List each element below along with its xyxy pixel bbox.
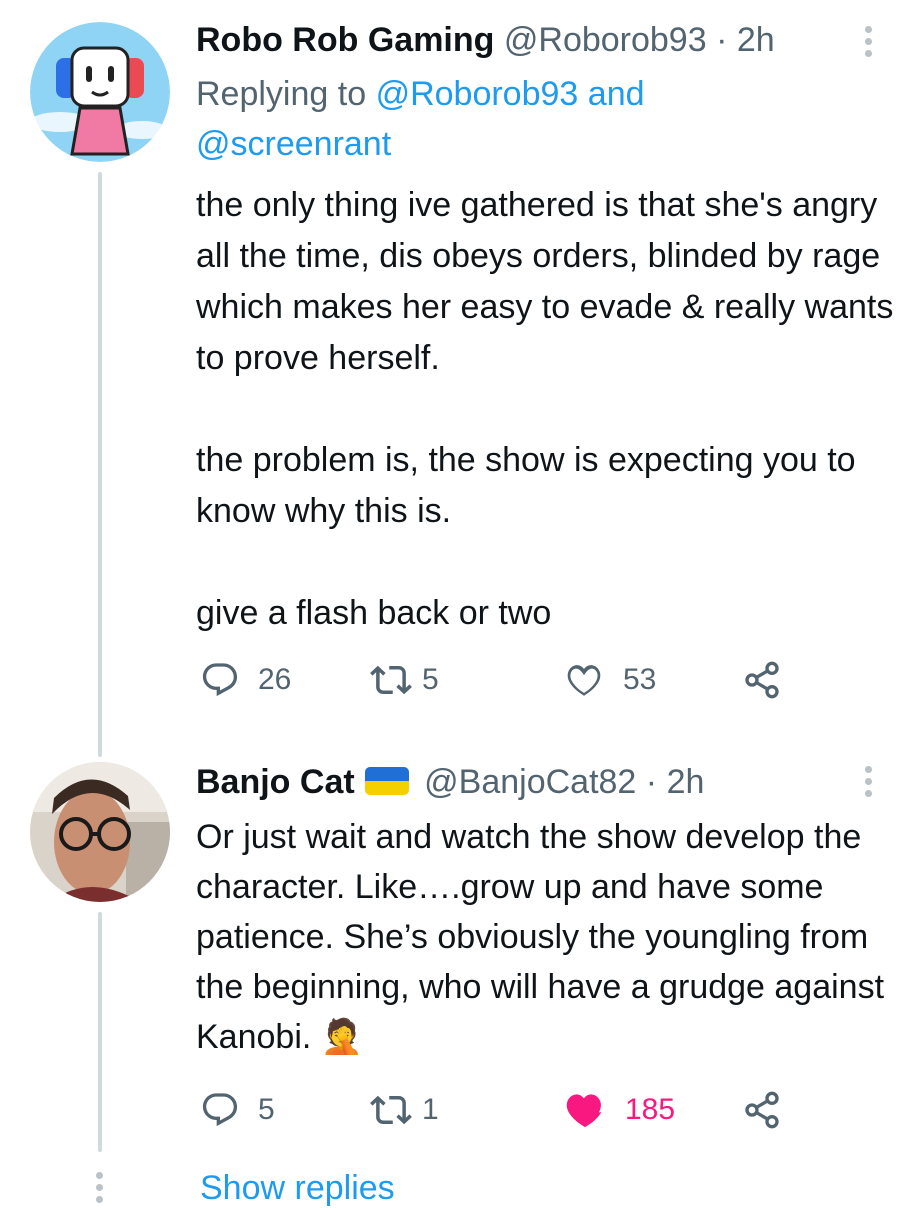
retweet-button[interactable]: 1 <box>370 1088 439 1132</box>
ukraine-flag-icon <box>364 767 409 795</box>
share-button[interactable] <box>742 658 782 702</box>
replying-handle-2[interactable]: @screenrant <box>196 125 391 163</box>
show-replies-link[interactable]: Show replies <box>200 1168 395 1208</box>
reply-button[interactable]: 26 <box>200 658 291 702</box>
retweet-count: 1 <box>422 1093 439 1126</box>
share-button[interactable] <box>742 1088 782 1132</box>
replying-to-line: Replying to @Roborob93 and <box>196 74 645 114</box>
thread-line-1 <box>98 172 102 757</box>
tweet-text-body: the only thing ive gathered is that she'… <box>196 186 894 632</box>
reply-icon <box>202 1093 238 1127</box>
tweet-2-header: Banjo Cat @BanjoCat82 · 2h <box>196 762 704 802</box>
share-icon <box>745 1091 779 1129</box>
reply-button[interactable]: 5 <box>200 1088 275 1132</box>
reply-count: 26 <box>258 663 292 696</box>
like-icon <box>567 665 601 696</box>
like-icon <box>566 1094 602 1128</box>
more-icon[interactable] <box>864 766 874 802</box>
like-count: 53 <box>623 663 657 696</box>
replying-handle-1[interactable]: @Roborob93 <box>376 75 579 113</box>
handle[interactable]: @BanjoCat82 <box>424 763 636 801</box>
separator: · <box>645 763 658 801</box>
display-name[interactable]: Banjo Cat <box>196 763 355 801</box>
avatar-robo-rob[interactable] <box>30 22 170 162</box>
tweet-1-header: Robo Rob Gaming @Roborob93 · 2h <box>196 20 775 60</box>
retweet-icon <box>370 1095 412 1125</box>
tweet-2-text: Or just wait and watch the show develop … <box>196 812 896 1062</box>
reply-icon <box>202 663 238 697</box>
timestamp[interactable]: 2h <box>667 763 705 801</box>
retweet-count: 5 <box>422 663 439 696</box>
retweet-icon <box>370 665 412 695</box>
handle[interactable]: @Roborob93 <box>504 21 707 59</box>
timestamp[interactable]: 2h <box>737 21 775 59</box>
more-icon[interactable] <box>864 26 874 62</box>
retweet-button[interactable]: 5 <box>370 658 439 702</box>
display-name[interactable]: Robo Rob Gaming <box>196 21 494 59</box>
reply-count: 5 <box>258 1093 275 1126</box>
replying-and: and <box>587 75 645 113</box>
like-button[interactable]: 185 <box>563 1088 675 1132</box>
replying-to-line-2: @screenrant <box>196 124 391 164</box>
like-count: 185 <box>625 1093 676 1126</box>
thread-dots <box>95 1172 105 1208</box>
avatar-banjo-cat[interactable] <box>30 762 170 902</box>
separator: · <box>716 21 728 59</box>
tweet-1-text: the only thing ive gathered is that she'… <box>196 180 896 639</box>
thread-line-2 <box>98 912 102 1152</box>
tweet-text-body: Or just wait and watch the show develop … <box>196 818 885 1056</box>
share-icon <box>745 661 779 699</box>
replying-prefix: Replying to <box>196 75 367 113</box>
like-button[interactable]: 53 <box>563 658 656 702</box>
